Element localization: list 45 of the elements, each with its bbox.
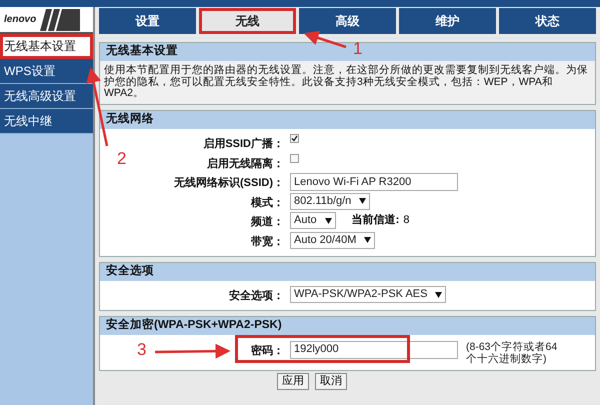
logo-text: lenovo: [4, 13, 36, 27]
field-label: 模式：: [251, 196, 284, 210]
sidebar-item[interactable]: 无线中继: [0, 109, 93, 134]
dropdown-caret-icon: [324, 218, 332, 224]
nav-tab[interactable]: 高级: [299, 8, 396, 34]
dropdown-caret-icon: [359, 198, 366, 204]
form-button[interactable]: 应用: [277, 373, 309, 390]
section-header: 安全选项: [100, 262, 595, 280]
text-input-field[interactable]: Lenovo Wi-Fi AP R3200: [290, 173, 458, 191]
annotation-number: 1: [353, 40, 362, 57]
field-label: 频道：: [251, 214, 284, 230]
dropdown-caret-icon: [364, 237, 372, 243]
sidebar-item[interactable]: 无线基本设置: [0, 34, 93, 59]
annotation-number: 3: [137, 341, 146, 358]
section-header: 安全加密(WPA-PSK+WPA2-PSK): [100, 317, 595, 335]
sidebar-item[interactable]: WPS设置: [0, 59, 93, 84]
sidebar-item[interactable]: 无线高级设置: [0, 84, 93, 109]
text-input-field[interactable]: 192ly000: [290, 340, 458, 358]
field-label: 启用SSID广播：: [203, 136, 284, 152]
nav-tab[interactable]: 无线: [199, 8, 296, 34]
form-button[interactable]: 取消: [315, 373, 347, 390]
checkbox[interactable]: [290, 134, 299, 143]
dropdown-select[interactable]: Auto: [290, 212, 336, 229]
checkbox[interactable]: [290, 154, 299, 162]
description-text: 使用本节配置用于您的路由器的无线设置。注意，在这部分所做的更改需要复制到无线客户端。为保护您的隐私，您可以配置无线安全特性。此设备支持3种无线安全模式，包括：WEP，WPA和WPA2。: [100, 61, 595, 104]
nav-tab[interactable]: 维护: [399, 8, 496, 34]
field-label: 安全选项：: [229, 288, 284, 304]
nav-tab[interactable]: 状态: [499, 8, 596, 34]
field-label: 密码：: [251, 344, 284, 358]
hint-text: (8-63个字符或者64个十六进制数字): [466, 340, 558, 364]
dropdown-caret-icon: [435, 292, 442, 298]
field-label: 带宽：: [251, 234, 284, 250]
checkmark-icon: [291, 135, 298, 142]
dropdown-select[interactable]: Auto 20/40M: [290, 232, 376, 248]
dropdown-select[interactable]: WPA-PSK/WPA2-PSK AES: [290, 286, 446, 303]
annotation-number: 2: [117, 150, 126, 167]
stripes-icon: [40, 8, 80, 30]
section-header: 无线网络: [100, 110, 595, 128]
current-channel-value: 8: [403, 213, 410, 228]
field-label: 无线网络标识(SSID)：: [174, 176, 284, 191]
dropdown-select[interactable]: 802.11b/g/n: [290, 192, 370, 210]
field-label: 启用无线隔离：: [207, 156, 284, 172]
current-channel-label: 当前信道:: [352, 212, 400, 228]
nav-tab[interactable]: 设置: [99, 8, 196, 34]
annotation-arrow: [304, 30, 346, 48]
